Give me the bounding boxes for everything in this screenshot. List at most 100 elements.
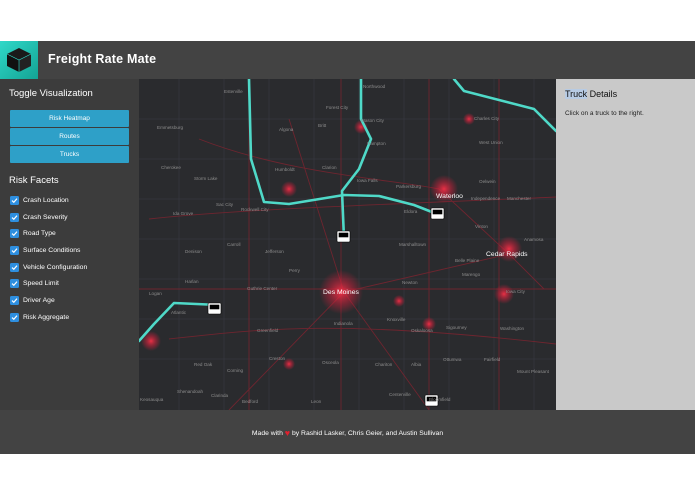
map-label: Ida Grove [173, 211, 194, 216]
map-label: Atlantic [171, 310, 187, 315]
map-label: Indianola [334, 321, 353, 326]
map-label: Esterville [224, 89, 243, 94]
map-label: Clarinda [211, 393, 229, 398]
checkbox-crash-location[interactable] [10, 196, 19, 205]
map-label: Greenfield [257, 328, 279, 333]
map-label: Jefferson [265, 249, 284, 254]
map-label: Logan [149, 291, 162, 296]
map-label: Keosauqua [140, 397, 164, 402]
map-label: Corning [227, 368, 244, 373]
map-label: Charles City [474, 116, 500, 121]
map-label: Mount Pleasant [517, 369, 549, 374]
facet-label: Driver Age [23, 297, 55, 304]
map-label: Newton [402, 280, 418, 285]
map-label: Oskaloosa [411, 328, 433, 333]
map-label: Vinton [475, 224, 488, 229]
facet-label: Speed Limit [23, 280, 59, 287]
map-label: Belle Plaine [455, 258, 480, 263]
map-label: Osceola [322, 360, 339, 365]
map-label: Parkersburg [396, 184, 422, 189]
map-label: Eldora [404, 209, 418, 214]
checkbox-speed-limit[interactable] [10, 279, 19, 288]
truck-details-message: Click on a truck to the right. [565, 110, 644, 117]
map-label: Sigourney [446, 325, 467, 330]
facet-label: Crash Location [23, 197, 69, 204]
truck-details-title: Truck Details [565, 89, 617, 99]
truck-details-title-rest: Details [587, 89, 618, 99]
map-label: Denison [185, 249, 202, 254]
map-label: Hampton [367, 141, 386, 146]
map-label: Storm Lake [194, 176, 218, 181]
checkbox-surface-conditions[interactable] [10, 246, 19, 255]
map-label: Waterloo [436, 193, 463, 200]
map-label: Iowa City [506, 289, 525, 294]
facet-label: Surface Conditions [23, 247, 81, 254]
map-label: Guthrie Center [247, 286, 278, 291]
map-label: Manchester [507, 196, 532, 201]
map-label: Cherokee [161, 165, 181, 170]
map-label: Perry [289, 268, 300, 273]
cube-icon [6, 48, 32, 72]
map-label: Mason City [361, 118, 384, 123]
risk-map[interactable]: Des Moines Esterville Northwood Forest C… [139, 79, 556, 410]
map-label: Bedford [242, 399, 259, 404]
footer-credits: Made with ♥ by Rashid Lasker, Chris Geie… [0, 427, 695, 438]
map-label: Humboldt [275, 167, 295, 172]
map-label: Marshalltown [399, 242, 427, 247]
map-label: Shenandoah [177, 389, 204, 394]
map-label: Northwood [363, 84, 386, 89]
map-label: Iowa Falls [357, 178, 378, 183]
app-header: Freight Rate Mate [0, 41, 695, 79]
map-label: Anamosa [524, 237, 544, 242]
map-label: Knoxville [387, 317, 406, 322]
map-label: Centerville [389, 392, 411, 397]
map-label: Bloomfield [429, 397, 451, 402]
map-label: Britt [318, 123, 327, 128]
facet-label: Road Type [23, 230, 56, 237]
risk-facets-title: Risk Facets [9, 175, 59, 186]
risk-heatmap [141, 113, 522, 370]
map-label: Emmetsburg [157, 125, 184, 130]
map-label: Ottumwa [443, 357, 462, 362]
map-label: Fairfield [484, 357, 501, 362]
truck-details-title-highlight: Truck [565, 89, 588, 99]
checkbox-risk-aggregate[interactable] [10, 313, 19, 322]
truck-details-panel: Truck Details Click on a truck to the ri… [556, 79, 695, 410]
map-label: Rockwell City [241, 207, 269, 212]
checkbox-crash-severity[interactable] [10, 213, 19, 222]
footer-suffix: by Rashid Lasker, Chris Geier, and Austi… [291, 430, 444, 437]
heart-icon: ♥ [284, 428, 291, 438]
map-label: West Union [479, 140, 503, 145]
checkbox-vehicle-configuration[interactable] [10, 263, 19, 272]
map-label: Albia [411, 362, 422, 367]
map-label: Washington [500, 326, 525, 331]
map-label: Leon [311, 399, 322, 404]
routes-button[interactable]: Routes [10, 128, 129, 145]
checkbox-driver-age[interactable] [10, 296, 19, 305]
footer: Made with ♥ by Rashid Lasker, Chris Geie… [0, 410, 695, 454]
map-label: Chariton [375, 362, 393, 367]
risk-heatmap-button[interactable]: Risk Heatmap [10, 110, 129, 127]
map-label: Forest City [326, 105, 349, 110]
map-label: Creston [269, 356, 286, 361]
sidebar: Toggle Visualization Risk Heatmap Routes… [0, 79, 139, 410]
checkbox-road-type[interactable] [10, 229, 19, 238]
map-label: Sac City [216, 202, 234, 207]
map-label: Algona [279, 127, 294, 132]
facet-label: Vehicle Configuration [23, 264, 88, 271]
map-label: Clarion [322, 165, 337, 170]
map-label: Cedar Rapids [486, 251, 528, 258]
city-label-des-moines: Des Moines [323, 289, 359, 296]
facet-label: Crash Severity [23, 214, 68, 221]
logo [0, 41, 38, 79]
map-label: Marengo [462, 272, 481, 277]
map-label: Oelwein [479, 179, 496, 184]
facet-label: Risk Aggregate [23, 314, 70, 321]
map-label: Harlan [185, 279, 199, 284]
app-title: Freight Rate Mate [48, 52, 157, 66]
toggle-visualization-title: Toggle Visualization [9, 88, 93, 99]
map-label: Carroll [227, 242, 241, 247]
trucks-button[interactable]: Trucks [10, 146, 129, 163]
map-label: Red Oak [194, 362, 213, 367]
footer-prefix: Made with [251, 430, 283, 437]
